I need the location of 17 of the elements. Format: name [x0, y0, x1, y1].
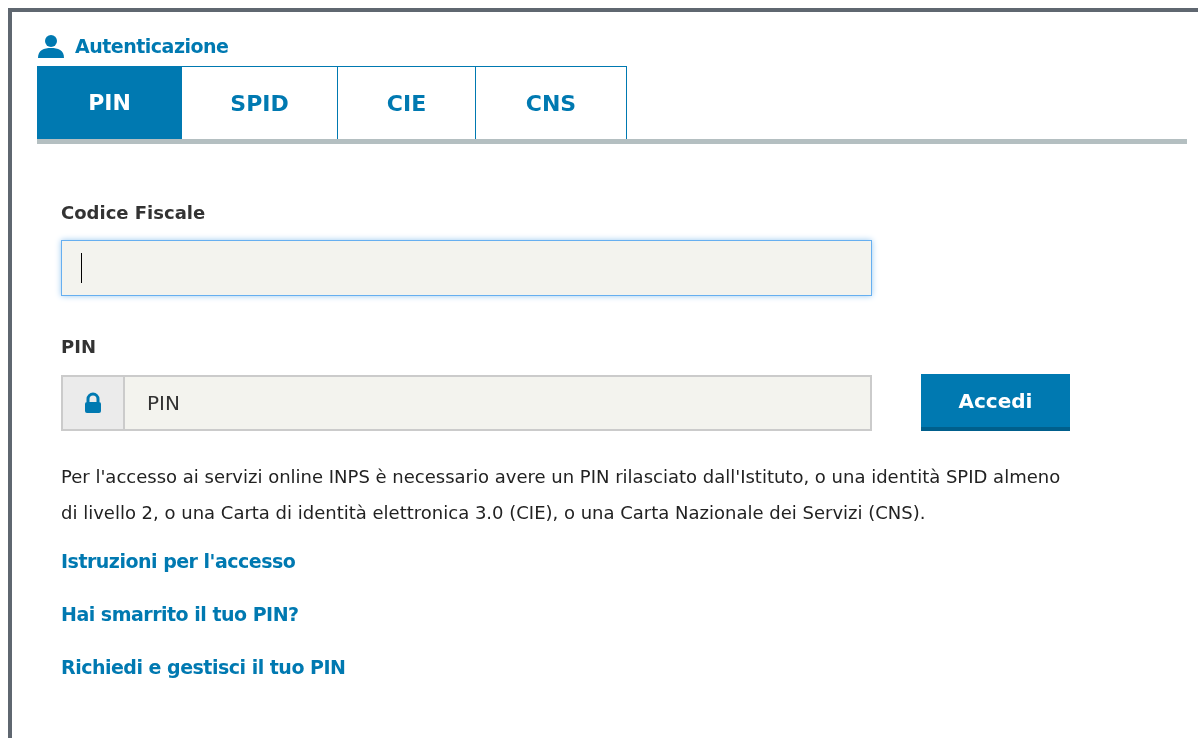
link[interactable]: Richiedi e gestisci il tuo PIN: [61, 651, 346, 684]
login-button[interactable]: Accedi: [921, 374, 1070, 431]
tab[interactable]: SPID: [182, 66, 338, 139]
field-label: PIN: [61, 335, 97, 359]
info-text: Per l'accesso ai servizi online INPS è necessario avere un PIN rilasciato dall'Istituto, o una identità SPID almeno di livello 2, o una Carta di identità elettronica 3.0 (CIE), o una Carta Nazionale dei Servizi (CNS).: [61, 465, 1061, 525]
input-field[interactable]: [61, 240, 872, 296]
input-field[interactable]: PIN: [123, 374, 872, 431]
user-icon: [37, 34, 65, 58]
panel-title: Autenticazione: [75, 33, 229, 59]
field-label: Codice Fiscale: [61, 201, 207, 225]
text-cursor: [81, 253, 82, 283]
lock-icon: [82, 391, 104, 414]
link[interactable]: Istruzioni per l'accesso: [61, 545, 296, 578]
link[interactable]: Hai smarrito il tuo PIN?: [61, 598, 299, 631]
tab[interactable]: CNS: [476, 66, 627, 139]
tab[interactable]: PIN: [37, 66, 182, 139]
tab[interactable]: CIE: [338, 66, 476, 139]
